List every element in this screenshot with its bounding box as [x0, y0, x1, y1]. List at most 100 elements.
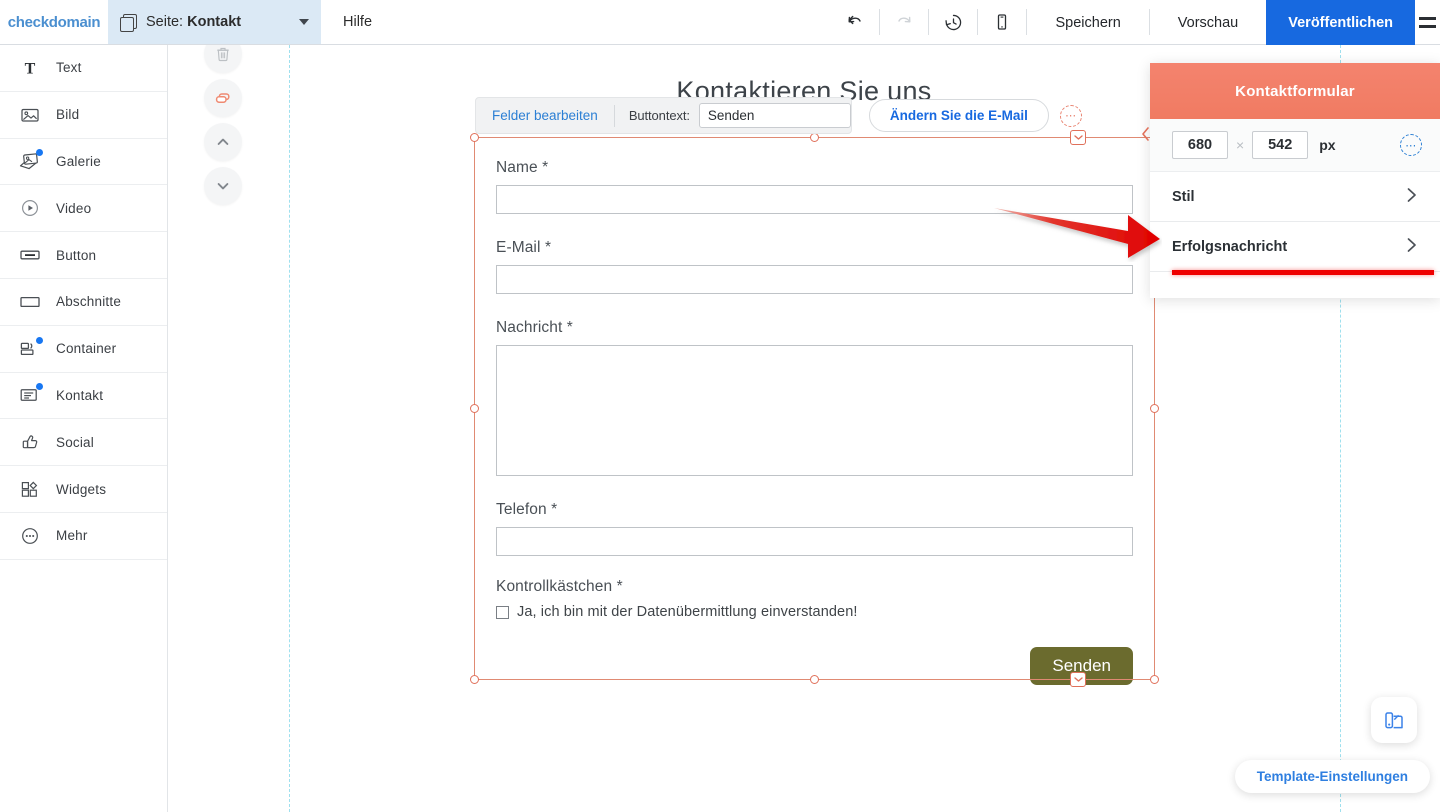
change-email-button[interactable]: Ändern Sie die E-Mail	[869, 99, 1049, 132]
field-label: Nachricht *	[496, 319, 1133, 337]
sidebar-item-bild[interactable]: Bild	[0, 92, 167, 139]
publish-button[interactable]: Veröffentlichen	[1266, 0, 1415, 45]
collapse-bottom-handle[interactable]	[1070, 672, 1086, 687]
resize-handle-bottom-left[interactable]	[470, 675, 479, 684]
edit-fields-button[interactable]: Felder bearbeiten	[476, 108, 614, 123]
consent-checkbox-label: Ja, ich bin mit der Datenübermittlung ei…	[517, 604, 858, 620]
hamburger-menu-icon	[1419, 25, 1436, 28]
alignment-guide-left	[289, 45, 290, 812]
chevron-right-icon	[1406, 236, 1418, 258]
panel-collapse-button[interactable]	[1140, 125, 1150, 143]
publish-label: Veröffentlichen	[1288, 15, 1393, 31]
required-star: *	[567, 319, 573, 336]
history-clock-icon	[943, 12, 964, 33]
height-input[interactable]	[1252, 131, 1308, 159]
preview-button[interactable]: Vorschau	[1150, 0, 1266, 45]
move-down-button[interactable]	[204, 167, 242, 205]
sidebar-item-social[interactable]: Social	[0, 419, 167, 466]
brand-logo[interactable]: checkdomain	[0, 0, 108, 44]
name-input[interactable]	[496, 185, 1133, 214]
form-field-message: Nachricht *	[474, 294, 1155, 481]
chevron-down-icon	[1074, 134, 1083, 141]
message-textarea[interactable]	[496, 345, 1133, 476]
toolbar-spacer	[394, 0, 831, 44]
duplicate-element-button[interactable]	[204, 79, 242, 117]
panel-row-erfolgsnachricht[interactable]: Erfolgsnachricht	[1150, 222, 1440, 272]
design-settings-button[interactable]	[1371, 697, 1417, 743]
resize-handle-top-center[interactable]	[810, 133, 819, 142]
panel-row-label: Stil	[1172, 189, 1195, 205]
save-button[interactable]: Speichern	[1027, 0, 1148, 45]
history-button[interactable]	[929, 0, 977, 45]
template-settings-button[interactable]: Template-Einstellungen	[1235, 760, 1430, 793]
page-selector[interactable]: Seite: Kontakt	[108, 0, 321, 44]
trash-icon	[214, 45, 232, 63]
top-toolbar: checkdomain Seite: Kontakt Hilfe	[0, 0, 1440, 45]
sidebar-label: Kontakt	[56, 388, 103, 403]
sidebar-item-text[interactable]: T Text	[0, 45, 167, 92]
help-button[interactable]: Hilfe	[321, 0, 394, 44]
sidebar-label: Button	[56, 248, 96, 263]
email-input[interactable]	[496, 265, 1133, 294]
button-text-label: Buttontext:	[615, 108, 699, 123]
chevron-right-icon	[1406, 186, 1418, 208]
sidebar-label: Container	[56, 341, 116, 356]
sidebar-label: Social	[56, 435, 94, 450]
field-label-text: Nachricht	[496, 319, 562, 336]
resize-handle-middle-left[interactable]	[470, 404, 479, 413]
consent-checkbox-row[interactable]: Ja, ich bin mit der Datenübermittlung ei…	[496, 604, 1133, 620]
move-up-button[interactable]	[204, 123, 242, 161]
form-edit-toolbar-box: Felder bearbeiten Buttontext:	[475, 97, 852, 134]
change-email-label: Ändern Sie die E-Mail	[890, 108, 1028, 123]
sidebar-item-widgets[interactable]: Widgets	[0, 466, 167, 513]
template-settings-label: Template-Einstellungen	[1257, 769, 1408, 784]
undo-button[interactable]	[831, 0, 879, 45]
sidebar-label: Galerie	[56, 154, 101, 169]
panel-title: Kontaktformular	[1150, 63, 1440, 119]
sidebar-item-button[interactable]: Button	[0, 232, 167, 279]
sidebar-item-container[interactable]: Container	[0, 326, 167, 373]
required-star: *	[545, 239, 551, 256]
page-label-prefix: Seite:	[146, 14, 187, 30]
width-input[interactable]	[1172, 131, 1228, 159]
resize-handle-bottom-right[interactable]	[1150, 675, 1159, 684]
field-label-text: E-Mail	[496, 239, 541, 256]
video-icon	[18, 196, 42, 220]
page-selector-label: Seite: Kontakt	[146, 14, 241, 30]
sidebar-item-mehr[interactable]: Mehr	[0, 513, 167, 560]
field-label-text: Telefon	[496, 501, 547, 518]
field-label-text: Name	[496, 159, 538, 176]
more-options-icon[interactable]: ⋯	[1060, 105, 1082, 127]
contact-form: Name * E-Mail * Nachricht *	[474, 137, 1155, 685]
sidebar-label: Abschnitte	[56, 294, 121, 309]
resize-handle-top-left[interactable]	[470, 133, 479, 142]
sidebar-item-abschnitte[interactable]: Abschnitte	[0, 279, 167, 326]
pages-icon	[120, 14, 137, 31]
thumbs-up-icon	[18, 430, 42, 454]
delete-element-button[interactable]	[204, 45, 242, 73]
redo-icon	[894, 12, 914, 32]
form-field-checkbox: Kontrollkästchen * Ja, ich bin mit der D…	[474, 556, 1155, 685]
sidebar-label: Video	[56, 201, 91, 216]
sidebar-item-galerie[interactable]: Galerie	[0, 139, 167, 186]
sidebar-item-kontakt[interactable]: Kontakt	[0, 373, 167, 420]
redo-button[interactable]	[880, 0, 928, 45]
button-icon	[18, 243, 42, 267]
sidebar-item-video[interactable]: Video	[0, 185, 167, 232]
svg-text:T: T	[25, 60, 36, 77]
main-menu-button[interactable]	[1415, 0, 1440, 45]
sidebar-label: Bild	[56, 107, 79, 122]
phone-input[interactable]	[496, 527, 1133, 556]
panel-more-options-icon[interactable]: ⋯	[1400, 134, 1422, 156]
save-label: Speichern	[1055, 15, 1120, 31]
resize-handle-middle-right[interactable]	[1150, 404, 1159, 413]
resize-handle-bottom-center[interactable]	[810, 675, 819, 684]
new-badge	[36, 337, 43, 344]
preview-label: Vorschau	[1178, 15, 1238, 31]
chevron-down-icon[interactable]	[299, 19, 309, 25]
panel-row-stil[interactable]: Stil	[1150, 172, 1440, 222]
mobile-preview-button[interactable]	[978, 0, 1026, 45]
image-icon	[18, 103, 42, 127]
consent-checkbox[interactable]	[496, 606, 509, 619]
button-text-input[interactable]	[699, 103, 851, 128]
